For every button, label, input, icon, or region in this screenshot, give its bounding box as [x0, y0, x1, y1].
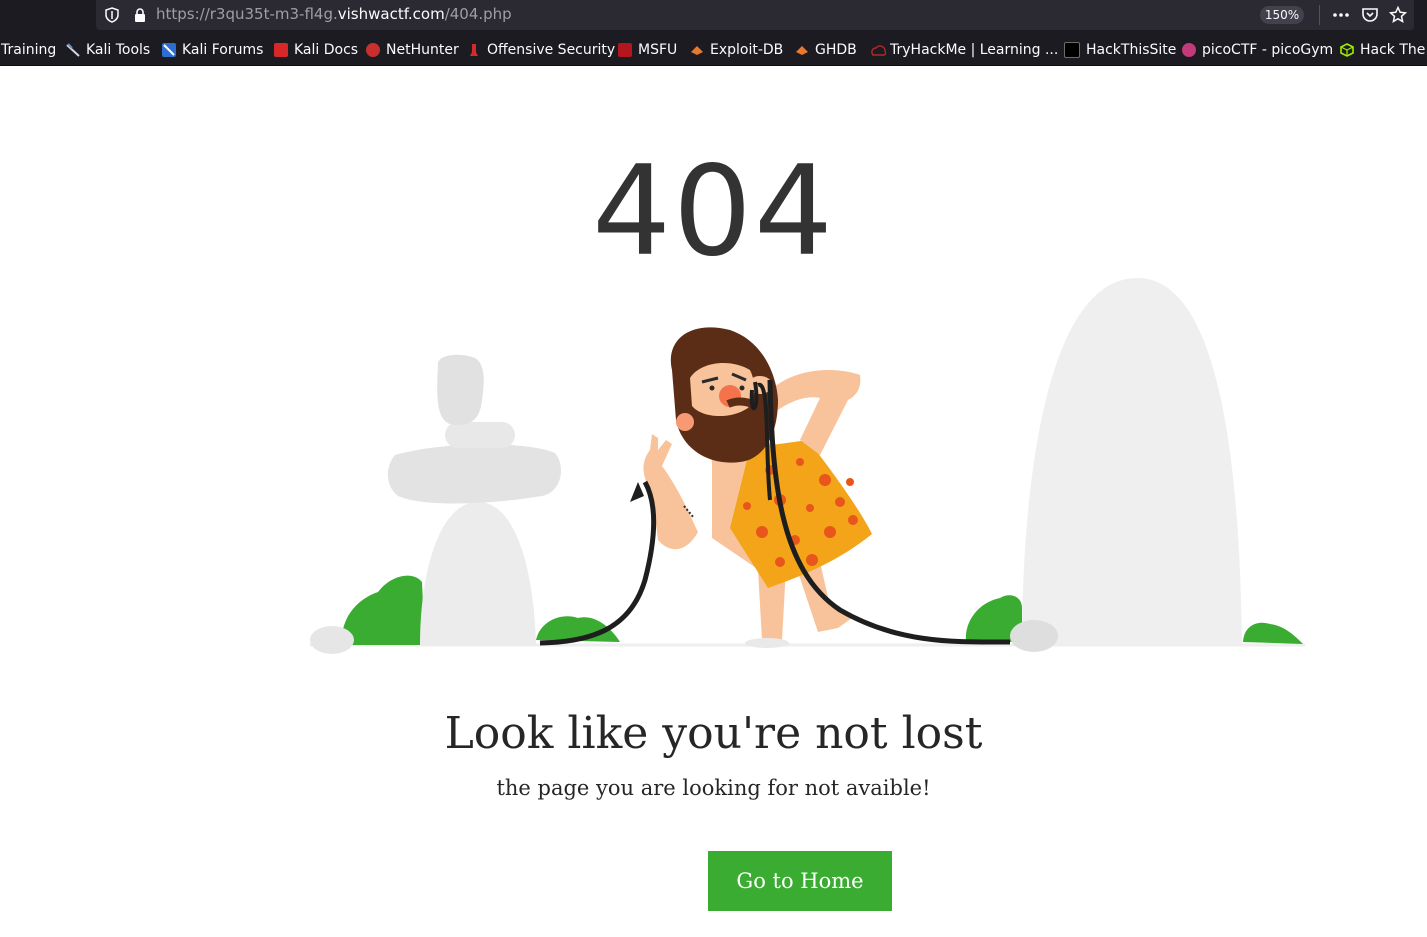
- bookmark-label: NetHunter: [386, 42, 459, 58]
- bookmark-label: HackThisSite: [1086, 42, 1177, 58]
- rock-top: [437, 354, 484, 426]
- bookmark-star-icon[interactable]: [1386, 3, 1410, 27]
- picoctf-icon: [1182, 43, 1196, 57]
- url-text[interactable]: https://r3qu35t-m3-fl4g.vishwactf.com/40…: [156, 5, 512, 23]
- bookmarks-toolbar: Training Kali Tools Kali Forums Kali Doc…: [0, 36, 1427, 64]
- bookmark-label: GHDB: [815, 42, 857, 58]
- bookmark-label: Offensive Security: [487, 42, 616, 58]
- bookmark-training[interactable]: Training: [1, 40, 56, 60]
- url-separator: [1319, 5, 1320, 25]
- bookmark-label: MSFU: [638, 42, 678, 58]
- tall-rock: [1022, 277, 1242, 645]
- page-headline: Look like you're not lost: [444, 708, 983, 759]
- browser-chrome: https://r3qu35t-m3-fl4g.vishwactf.com/40…: [0, 0, 1427, 66]
- offsec-icon: [467, 43, 481, 57]
- bookmark-kali-forums[interactable]: Kali Forums: [162, 40, 263, 60]
- bookmark-ghdb[interactable]: GHDB: [795, 40, 857, 60]
- bookmark-label: Kali Tools: [86, 42, 151, 58]
- bookmark-hack-the-box[interactable]: Hack The: [1340, 40, 1425, 60]
- bookmark-label: TryHackMe | Learning ...: [890, 42, 1059, 58]
- bookmark-picoctf[interactable]: picoCTF - picoGym: [1182, 40, 1333, 60]
- url-path: /404.php: [444, 5, 512, 23]
- bookmark-offensive-security[interactable]: Offensive Security: [467, 40, 615, 60]
- bookmark-msfu[interactable]: MSFU: [618, 40, 677, 60]
- bookmark-label: picoCTF - picoGym: [1202, 42, 1334, 58]
- hackthebox-icon: [1340, 43, 1354, 57]
- bookmark-label: Exploit-DB: [710, 42, 784, 58]
- pocket-icon[interactable]: [1358, 3, 1382, 27]
- exploit-db-icon: [690, 43, 704, 57]
- kali-docs-icon: [274, 43, 288, 57]
- hackthissite-icon: [1064, 42, 1080, 58]
- bookmark-kali-tools[interactable]: Kali Tools: [66, 40, 150, 60]
- bookmark-nethunter[interactable]: NetHunter: [366, 40, 459, 60]
- error-code: 404: [592, 140, 835, 284]
- kali-dragon-icon: [66, 43, 80, 57]
- bookmark-label: Kali Forums: [182, 42, 264, 58]
- url-prefix: https://r3qu35t-m3-fl4g.: [156, 5, 338, 23]
- go-to-home-button[interactable]: Go to Home: [708, 851, 892, 911]
- rock-base: [420, 502, 536, 645]
- left-bush: [341, 575, 425, 645]
- bookmark-label: Training: [1, 42, 57, 58]
- bookmark-hackthissite[interactable]: HackThisSite: [1064, 40, 1176, 60]
- tryhackme-icon: [870, 43, 887, 57]
- more-actions-icon[interactable]: [1329, 3, 1353, 27]
- page-subline: the page you are looking for not avaible…: [496, 776, 931, 800]
- zoom-level-badge[interactable]: 150%: [1260, 6, 1304, 24]
- address-bar[interactable]: https://r3qu35t-m3-fl4g.vishwactf.com/40…: [96, 0, 1414, 30]
- bookmark-exploit-db[interactable]: Exploit-DB: [690, 40, 783, 60]
- kali-forums-icon: [162, 43, 176, 57]
- nethunter-icon: [366, 43, 380, 57]
- bookmark-tryhackme[interactable]: TryHackMe | Learning ...: [870, 40, 1058, 60]
- shield-icon[interactable]: [104, 7, 120, 23]
- lock-icon[interactable]: [132, 7, 148, 23]
- chrome-divider: [0, 65, 1427, 66]
- msfu-icon: [618, 43, 632, 57]
- url-domain: vishwactf.com: [337, 5, 445, 23]
- bookmark-kali-docs[interactable]: Kali Docs: [274, 40, 358, 60]
- rock-middle: [387, 444, 562, 504]
- bookmark-label: Hack The: [1360, 42, 1426, 58]
- caveman-illustration: [310, 277, 1305, 654]
- bookmark-label: Kali Docs: [294, 42, 359, 58]
- ghdb-icon: [795, 43, 809, 57]
